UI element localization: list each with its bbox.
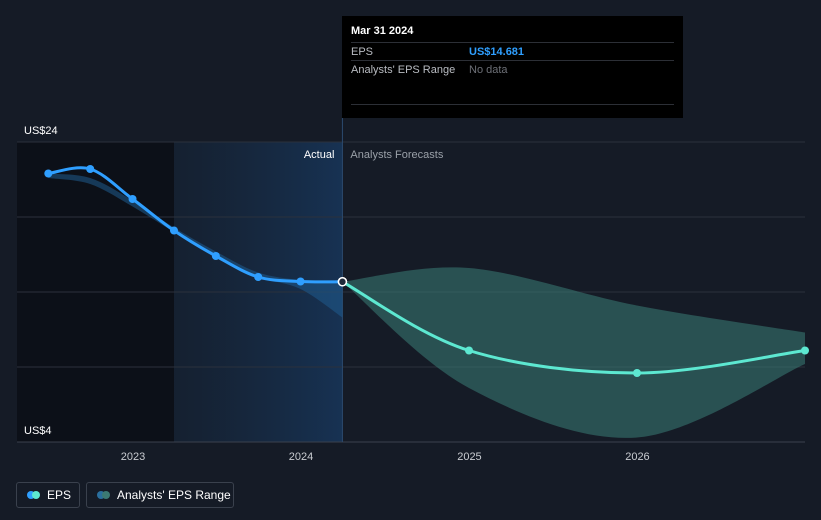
legend-eps[interactable]: EPS — [16, 482, 80, 508]
tooltip-eps-value: US$14.681 — [469, 45, 525, 58]
range-swatch-icon — [97, 491, 110, 499]
tooltip-range-label: Analysts' EPS Range — [351, 63, 456, 76]
actual-region-label: Actual — [304, 149, 335, 161]
eps-data-point — [465, 346, 473, 355]
eps-data-point — [296, 277, 305, 286]
hover-tooltip: Mar 31 2024 EPS US$14.681 Analysts' EPS … — [342, 16, 683, 118]
eps-data-point — [211, 252, 220, 260]
tooltip-eps-label: EPS — [351, 45, 374, 58]
legend-range-label: Analysts' EPS Range — [117, 488, 231, 502]
current-eps-marker — [337, 277, 348, 287]
tooltip-range-value: No data — [469, 63, 508, 76]
x-tick-label: 2023 — [121, 451, 145, 463]
x-tick-label: 2024 — [289, 451, 313, 463]
tooltip-date: Mar 31 2024 — [351, 25, 414, 37]
x-tick-label: 2025 — [457, 451, 481, 463]
eps-swatch-icon — [27, 491, 40, 499]
eps-forecast-dot-icon — [32, 491, 40, 499]
eps-data-point — [44, 169, 53, 178]
eps-data-point — [801, 346, 809, 355]
legend-eps-label: EPS — [47, 488, 72, 502]
tooltip-eps-row: EPS US$14.681 — [351, 42, 674, 60]
tooltip-divider — [351, 104, 674, 105]
range-forecast-dot-icon — [102, 491, 110, 499]
legend-eps-range[interactable]: Analysts' EPS Range — [86, 482, 234, 508]
eps-data-point — [86, 165, 95, 173]
tooltip-range-row: Analysts' EPS Range No data — [351, 60, 674, 78]
x-tick-label: 2026 — [625, 451, 649, 463]
eps-data-point — [169, 226, 178, 235]
eps-data-point — [128, 195, 137, 203]
forecast-eps-range-band — [342, 267, 805, 438]
y-axis-min-label: US$4 — [24, 425, 52, 437]
eps-data-point — [633, 369, 641, 377]
forecast-region-label: Analysts Forecasts — [350, 149, 443, 161]
y-axis-max-label: US$24 — [24, 125, 58, 137]
eps-data-point — [254, 273, 263, 281]
